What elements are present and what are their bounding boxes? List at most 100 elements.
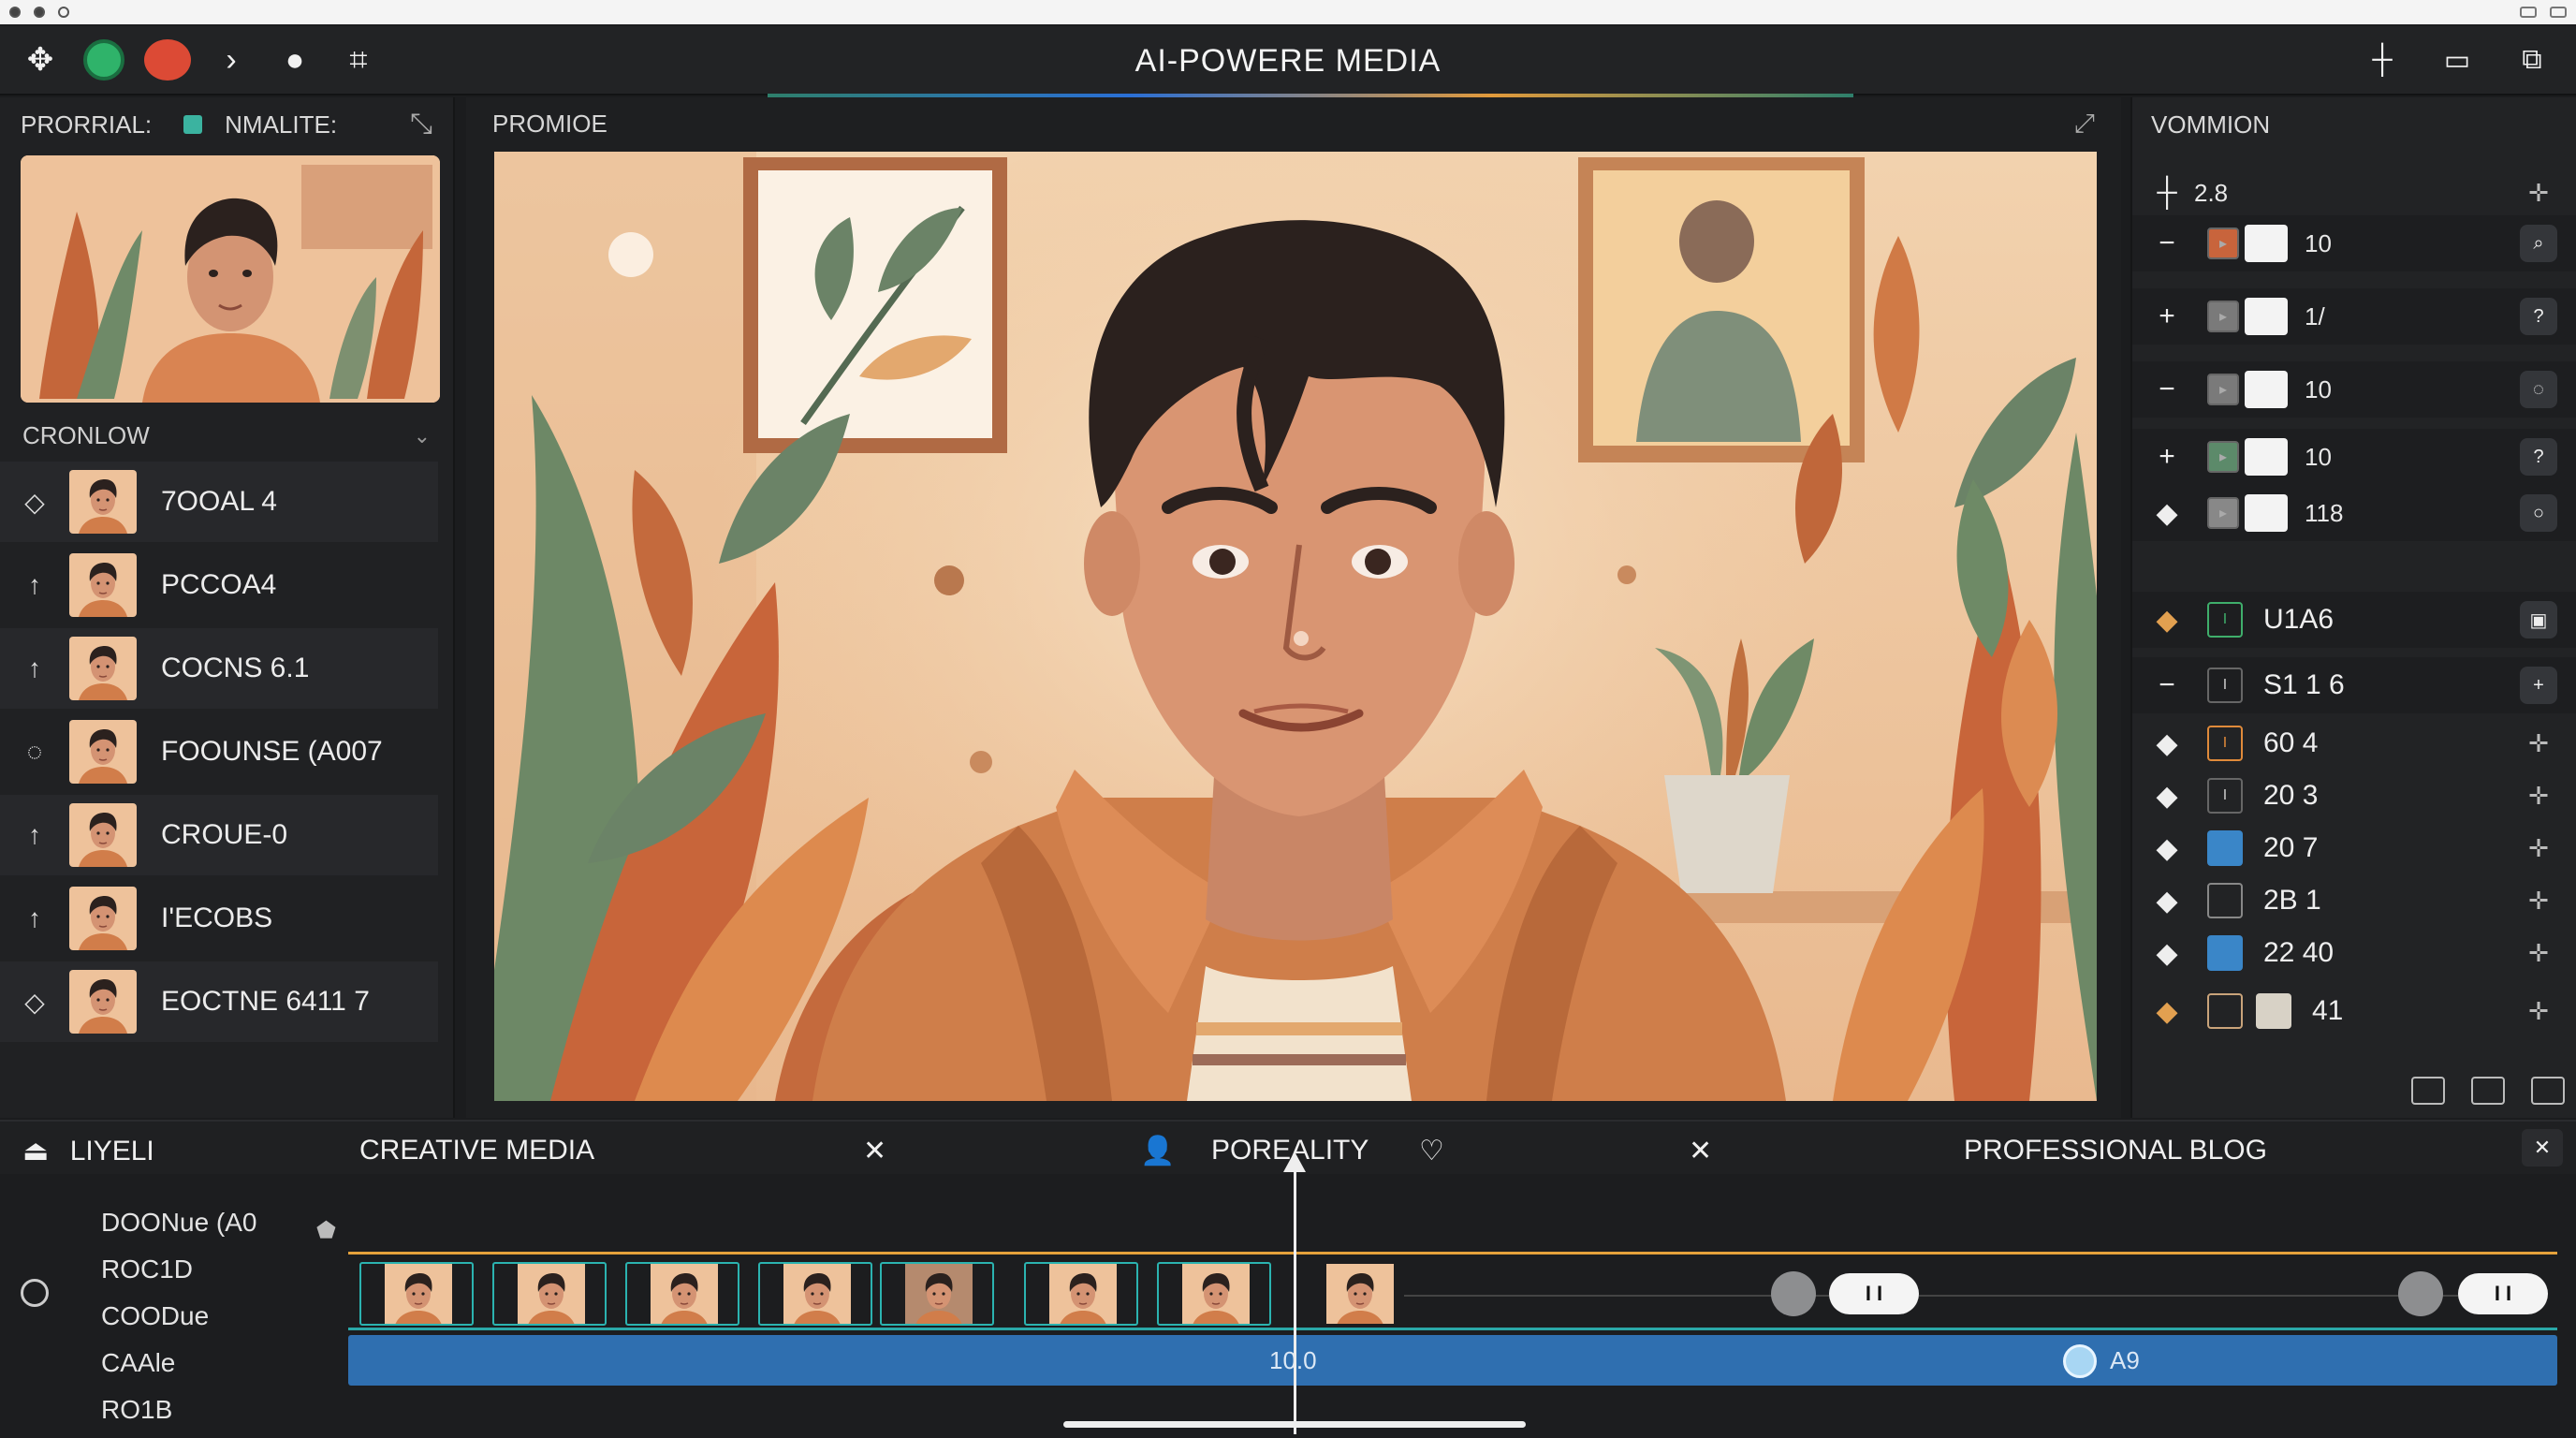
layer-row[interactable]: ↑ CROUE-0 [0,795,438,875]
row-toggle-icon[interactable]: ◆ [2153,885,2181,917]
property-row[interactable]: ◆ I 60 4 ✛ [2132,715,2576,771]
track-label[interactable]: COODue [101,1301,209,1331]
layout-icon[interactable] [2411,1077,2445,1105]
color-swatch[interactable] [2245,225,2288,262]
row-toggle-icon[interactable]: ◆ [2153,604,2181,637]
keyframe-knob[interactable] [1771,1271,1816,1316]
adjustment-row[interactable]: + ▸ 10? [2132,429,2576,485]
row-toggle-icon[interactable]: ◆ [2153,497,2181,530]
track-label[interactable]: ROC1D [101,1255,193,1284]
layer-row[interactable]: ↑ PCCOA4 [0,545,438,625]
row-toggle-icon[interactable]: − [2153,374,2181,405]
pause-pill-button[interactable]: I I [1829,1273,1919,1314]
row-action-icon[interactable]: ? [2520,298,2557,335]
track-label[interactable]: CAAle [101,1348,175,1378]
color-swatch[interactable] [2245,494,2288,532]
row-action-icon[interactable]: ⌕ [2520,225,2557,262]
pause-pill-button[interactable]: I I [2458,1273,2548,1314]
row-action-icon[interactable]: ✛ [2520,725,2557,762]
row-toggle-icon[interactable]: ◆ [2153,780,2181,813]
clip-thumbnail[interactable] [758,1262,872,1326]
tab-creative-media[interactable]: CREATIVE MEDIA [359,1135,594,1167]
layer-state-icon[interactable]: ↑ [21,570,49,600]
clip-thumbnail[interactable] [880,1262,994,1326]
row-toggle-icon[interactable]: + [2153,441,2181,473]
swatch-indicator[interactable]: ▸ [2207,441,2239,473]
add-track-icon[interactable]: ┼ [2153,177,2181,209]
swatch-indicator[interactable]: ▸ [2207,301,2239,332]
collapse-icon[interactable]: ⤡ [410,109,432,140]
camera-icon[interactable] [2471,1077,2505,1105]
row-action-icon[interactable]: ✛ [2520,777,2557,814]
layer-state-icon[interactable]: ↑ [21,820,49,850]
layer-row[interactable]: ↑ I'ECOBS [0,878,438,959]
adjustment-row[interactable]: ◆ ▸ 118 ○ [2132,485,2576,541]
row-action-icon[interactable]: ▣ [2520,601,2557,638]
property-swatch[interactable] [2256,993,2291,1029]
window-minimize-dot[interactable] [34,7,45,18]
move-icon[interactable]: ✛ [2520,174,2557,212]
layers-section-header[interactable]: CRONLOW ⌄ [0,403,453,462]
row-action-icon[interactable]: ✛ [2520,992,2557,1030]
layer-row[interactable]: ◇ 7OOAL 4 [0,462,438,542]
property-row[interactable]: ◆ 41 ✛ [2132,983,2576,1039]
property-row[interactable]: ◆ I 20 3 ✛ [2132,768,2576,824]
adjustment-row[interactable]: + ▸ 1/? [2132,288,2576,345]
tab-professional-blog[interactable]: PROFESSIONAL BLOG [1964,1135,2267,1167]
row-toggle-icon[interactable]: ◆ [2153,995,2181,1028]
property-row[interactable]: ◆ 20 7 ✛ [2132,820,2576,876]
row-toggle-icon[interactable]: ◆ [2153,832,2181,865]
row-toggle-icon[interactable]: − [2153,669,2181,701]
property-swatch[interactable] [2207,993,2243,1029]
clip-thumbnail[interactable] [625,1262,739,1326]
shield-icon[interactable]: ♡ [1419,1135,1444,1167]
layer-state-icon[interactable]: ◇ [21,487,49,518]
window-zoom-dot[interactable] [58,7,69,18]
chevron-down-icon[interactable]: ⌄ [414,424,431,448]
property-swatch[interactable] [2207,830,2243,866]
property-row[interactable]: ◆ 22 40 ✛ [2132,925,2576,981]
keyframe-knob[interactable] [2398,1271,2443,1316]
preview-canvas[interactable] [494,152,2097,1101]
effect-bar[interactable] [348,1335,2557,1386]
grid-icon[interactable] [2531,1077,2565,1105]
pin-icon[interactable]: ⬟ [316,1217,336,1244]
timeline-lead[interactable]: ⏏ LIYELI [22,1135,154,1167]
track-label[interactable]: DOONue (A0 [101,1208,257,1238]
color-swatch[interactable] [2245,438,2288,476]
effect-handle[interactable] [2063,1344,2097,1378]
row-action-icon[interactable]: ? [2520,438,2557,476]
swatch-indicator[interactable]: ▸ [2207,497,2239,529]
preview-thumbnail[interactable] [21,155,440,403]
property-row[interactable]: − I S1 1 6 + [2132,657,2576,713]
clip-thumbnail[interactable] [1157,1262,1271,1326]
property-type-icon[interactable]: I [2207,602,2243,638]
layer-state-icon[interactable]: ↑ [21,903,49,933]
clip-thumbnail[interactable] [1024,1262,1138,1326]
row-toggle-icon[interactable]: + [2153,301,2181,332]
property-row[interactable]: ◆ I U1A6 ▣ [2132,592,2576,648]
row-toggle-icon[interactable]: ◆ [2153,937,2181,970]
layer-state-icon[interactable]: ◌ [21,737,49,767]
track-label[interactable]: RO1B [101,1395,172,1425]
property-swatch[interactable] [2207,883,2243,918]
row-action-icon[interactable]: ✛ [2520,882,2557,919]
property-type-icon[interactable]: I [2207,726,2243,761]
row-toggle-icon[interactable]: − [2153,227,2181,259]
row-action-icon[interactable]: ◌ [2520,371,2557,408]
layer-row[interactable]: ◇ EOCTNE 6411 7 [0,961,438,1042]
color-swatch[interactable] [2245,298,2288,335]
property-swatch[interactable] [2207,935,2243,971]
clip-thumbnail[interactable] [1301,1262,1415,1326]
property-type-icon[interactable]: I [2207,668,2243,703]
color-swatch[interactable] [2245,371,2288,408]
adjustment-row[interactable]: − ▸ 10 ◌ [2132,361,2576,418]
clip-thumbnail[interactable] [359,1262,474,1326]
close-panel-icon[interactable]: ✕ [2522,1129,2563,1167]
row-action-icon[interactable]: ✛ [2520,934,2557,972]
home-indicator[interactable] [1063,1421,1526,1428]
close-icon[interactable]: ✕ [863,1135,886,1167]
layer-state-icon[interactable]: ↑ [21,653,49,683]
adjustment-row[interactable]: − ▸ 10 ⌕ [2132,215,2576,271]
clip-thumbnail[interactable] [492,1262,607,1326]
